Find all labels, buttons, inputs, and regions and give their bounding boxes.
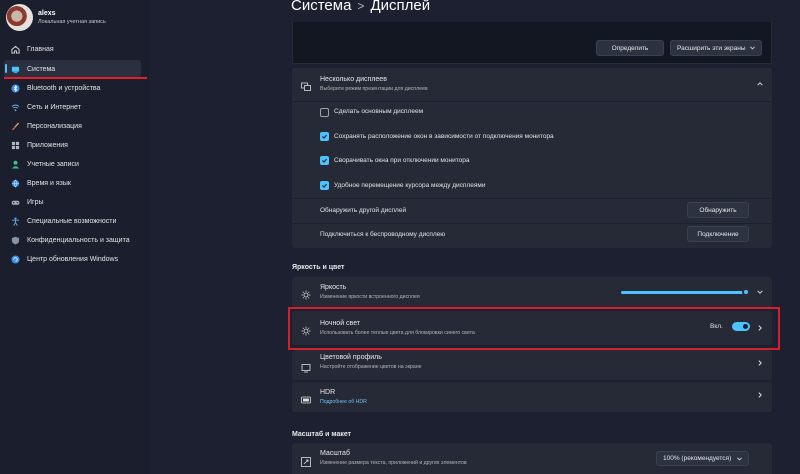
multiple-displays-card: Несколько дисплеев Выберите режим презен…: [292, 68, 772, 248]
color-profile-card[interactable]: Цветовой профиль Настройте отображение ц…: [292, 350, 772, 380]
chevron-down-icon: [749, 44, 756, 53]
chevron-down-icon: [736, 455, 743, 464]
sidebar-item-system[interactable]: Система: [4, 60, 141, 78]
wireless-display-label: Подключиться к беспроводному дисплею: [320, 231, 446, 238]
page-title: Система > Дисплей: [291, 0, 430, 14]
sidebar-item-label: Система: [27, 65, 56, 73]
detect-button[interactable]: Обнаружить: [687, 202, 749, 218]
scale-icon: [301, 454, 311, 472]
color-profile-icon: [301, 360, 311, 378]
breadcrumb-chevron-icon: >: [357, 0, 365, 13]
color-profile-title: Цветовой профиль: [320, 354, 382, 361]
sidebar-item-bluetooth[interactable]: Bluetooth и устройства: [4, 79, 141, 97]
ease-cursor-movement-checkbox[interactable]: [320, 181, 329, 190]
sidebar-item-label: Bluetooth и устройства: [27, 84, 101, 92]
accessibility-icon: [11, 217, 20, 226]
multiple-displays-icon: [301, 79, 311, 97]
update-icon: [11, 254, 20, 264]
multiple-displays-subtitle: Выберите режим презентации для дисплеев: [320, 86, 428, 92]
sun-icon: [301, 287, 311, 305]
brightness-slider-track[interactable]: [621, 291, 746, 294]
scale-subtitle: Изменение размера текста, приложений и д…: [320, 460, 467, 466]
active-indicator: [5, 64, 7, 73]
sidebar-item-label: Конфиденциальность и защита: [27, 236, 130, 244]
sidebar-item-label: Специальные возможности: [27, 217, 117, 225]
sidebar-item-apps[interactable]: Приложения: [4, 136, 141, 154]
brightness-color-heading: Яркость и цвет: [292, 264, 345, 271]
chevron-up-icon: [756, 80, 764, 88]
breadcrumb-display: Дисплей: [370, 0, 431, 14]
hdr-card[interactable]: HDR Подробнее об HDR: [292, 382, 772, 412]
home-icon: [11, 45, 20, 54]
sidebar-item-network[interactable]: Сеть и Интернет: [4, 98, 141, 116]
scale-dropdown[interactable]: 100% (рекомендуется): [656, 451, 749, 466]
chevron-right-icon: [756, 391, 764, 399]
avatar: [6, 4, 33, 31]
sidebar-item-label: Учетные записи: [27, 160, 79, 168]
divider: [292, 198, 772, 199]
shield-icon: [11, 236, 20, 245]
apps-icon: [11, 141, 20, 150]
hdr-icon: [301, 392, 311, 410]
brightness-subtitle: Изменение яркости встроенного дисплея: [320, 294, 420, 300]
globe-icon: [11, 179, 20, 188]
wifi-icon: [11, 103, 20, 112]
make-primary-label: Сделать основным дисплеем: [334, 108, 424, 115]
sidebar-item-accounts[interactable]: Учетные записи: [4, 155, 141, 173]
breadcrumb-system[interactable]: Система: [291, 0, 351, 14]
scale-dropdown-value: 100% (рекомендуется): [663, 455, 732, 462]
chevron-right-icon: [756, 359, 764, 367]
divider: [292, 223, 772, 224]
red-annotation-box: [288, 307, 780, 350]
main-content: Система > Дисплей Определить Расширить эти…: [150, 0, 800, 474]
minimize-windows-label: Сворачивать окна при отключении монитора: [334, 157, 470, 164]
ease-cursor-movement-label: Удобное перемещение курсора между диспле…: [334, 182, 486, 189]
sidebar-item-label: Время и язык: [27, 179, 71, 187]
sidebar-item-personalization[interactable]: Персонализация: [4, 117, 141, 135]
brightness-title: Яркость: [320, 284, 347, 291]
remember-window-locations-label: Сохранять расположение окон в зависимост…: [334, 133, 554, 140]
divider: [292, 101, 772, 102]
scale-title: Масштаб: [320, 450, 350, 457]
make-primary-checkbox[interactable]: [320, 108, 329, 117]
extend-displays-dropdown[interactable]: Расширить эти экраны: [670, 40, 762, 56]
sidebar-item-privacy[interactable]: Конфиденциальность и защита: [4, 231, 141, 249]
hdr-learn-more-link[interactable]: Подробнее об HDR: [320, 399, 367, 405]
multiple-displays-header[interactable]: Несколько дисплеев Выберите режим презен…: [292, 68, 772, 100]
sidebar-item-label: Игры: [27, 198, 44, 206]
bluetooth-icon: [11, 83, 20, 93]
sidebar-item-label: Центр обновления Windows: [27, 255, 119, 263]
sidebar-item-label: Главная: [27, 45, 54, 53]
extend-displays-label: Расширить эти экраны: [677, 44, 746, 52]
scale-card: Масштаб Изменение размера текста, прилож…: [292, 443, 772, 474]
profile-subtitle: Локальная учетная запись: [38, 19, 106, 25]
profile-name: alexs: [38, 10, 56, 17]
brush-icon: [11, 121, 20, 131]
sidebar-item-time-language[interactable]: Время и язык: [4, 174, 141, 192]
sidebar-item-windows-update[interactable]: Центр обновления Windows: [4, 250, 141, 268]
gamepad-icon: [11, 198, 20, 207]
chevron-down-icon[interactable]: [756, 288, 764, 296]
hdr-title: HDR: [320, 389, 336, 396]
system-icon: [11, 65, 20, 74]
sidebar-item-label: Приложения: [27, 141, 68, 149]
person-icon: [11, 160, 20, 169]
sidebar: alexs Локальная учетная запись Главная С…: [0, 0, 150, 474]
identify-button[interactable]: Определить: [596, 40, 664, 56]
multiple-displays-title: Несколько дисплеев: [320, 76, 387, 83]
minimize-windows-checkbox[interactable]: [320, 156, 329, 165]
connect-button[interactable]: Подключение: [687, 226, 749, 242]
scale-layout-heading: Масштаб и макет: [292, 431, 352, 438]
brightness-slider-thumb[interactable]: [742, 288, 750, 296]
sidebar-item-home[interactable]: Главная: [4, 40, 141, 58]
display-preview: Определить Расширить эти экраны: [292, 22, 772, 64]
detect-display-label: Обнаружить другой дисплей: [320, 207, 407, 214]
sidebar-item-label: Персонализация: [27, 122, 82, 130]
sidebar-item-gaming[interactable]: Игры: [4, 193, 141, 211]
sidebar-item-label: Сеть и Интернет: [27, 103, 81, 111]
sidebar-item-accessibility[interactable]: Специальные возможности: [4, 212, 141, 230]
user-profile[interactable]: alexs Локальная учетная запись: [6, 4, 106, 31]
color-profile-subtitle: Настройте отображение цветов на экране: [320, 364, 422, 370]
remember-window-locations-checkbox[interactable]: [320, 132, 329, 141]
